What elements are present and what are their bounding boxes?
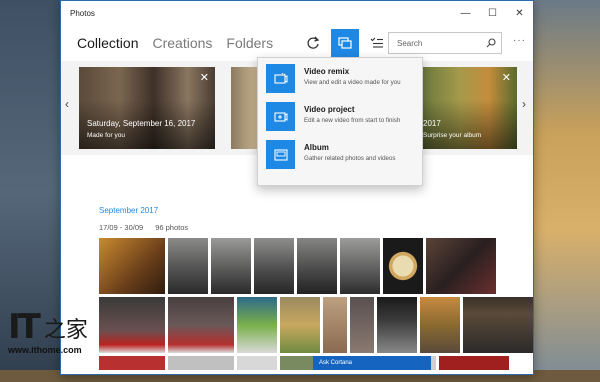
photo-row: [99, 238, 499, 294]
photos-window: Photos — ☐ ✕ Collection Creations Folder…: [60, 0, 534, 375]
close-icon[interactable]: ✕: [502, 71, 511, 84]
photo-thumbnail[interactable]: [99, 238, 165, 294]
minimize-button[interactable]: —: [452, 1, 479, 25]
photo-thumbnail[interactable]: [99, 356, 165, 370]
photo-thumbnail[interactable]: [254, 238, 294, 294]
menu-item-video-project[interactable]: Video project Edit a new video from star…: [258, 102, 422, 140]
more-options-icon[interactable]: ···: [513, 35, 526, 46]
date-range-text: 17/09 - 30/09: [99, 223, 144, 232]
close-button[interactable]: ✕: [506, 1, 533, 25]
photo-thumbnail[interactable]: [99, 297, 165, 353]
watermark-url: www.ithome.com: [8, 345, 82, 355]
watermark-logo: IT 之家: [8, 310, 88, 344]
hero-subtitle-left: Made for you: [87, 132, 125, 139]
photo-count: 96 photos: [155, 223, 189, 232]
tab-folders[interactable]: Folders: [226, 35, 273, 51]
app-bar: Collection Creations Folders Search ···: [61, 25, 533, 61]
video-project-icon: [266, 102, 295, 131]
photo-thumbnail[interactable]: [340, 238, 380, 294]
photo-row: [99, 356, 509, 370]
photo-thumbnail[interactable]: [211, 238, 251, 294]
photo-thumbnail[interactable]: [297, 238, 337, 294]
search-box[interactable]: Search: [388, 32, 502, 54]
chevron-right-icon[interactable]: ›: [522, 97, 526, 111]
photo-thumbnail[interactable]: [350, 297, 374, 353]
select-icon[interactable]: [363, 29, 391, 57]
hero-card-middle[interactable]: [231, 67, 257, 149]
search-icon[interactable]: [481, 38, 501, 48]
menu-item-album[interactable]: Album Gather related photos and videos: [258, 140, 422, 178]
menu-desc-video-project: Edit a new video from start to finish: [304, 117, 401, 124]
section-month-title[interactable]: September 2017: [99, 206, 158, 215]
search-input[interactable]: Search: [397, 39, 481, 48]
create-menu: Video remix View and edit a video made f…: [257, 57, 423, 186]
photo-thumbnail[interactable]: [323, 297, 347, 353]
menu-desc-album: Gather related photos and videos: [304, 155, 396, 162]
menu-title-video-project: Video project: [304, 105, 355, 114]
photo-grid: [99, 238, 533, 373]
hero-card-right[interactable]: ✕ 2017 Surprise your album: [423, 67, 517, 149]
refresh-icon[interactable]: [299, 29, 327, 57]
photo-row: [99, 297, 533, 353]
photo-thumbnail[interactable]: [420, 297, 460, 353]
photo-thumbnail[interactable]: [426, 238, 496, 294]
window-title: Photos: [70, 8, 95, 18]
ithome-watermark: IT 之家 www.ithome.com: [8, 310, 88, 355]
hero-title-left: Saturday, September 16, 2017: [87, 119, 196, 128]
hero-subtitle-right: Surprise your album: [423, 132, 482, 139]
photo-thumbnail[interactable]: [237, 297, 277, 353]
menu-desc-video-remix: View and edit a video made for you: [304, 79, 401, 86]
watermark-logo-it: IT: [8, 307, 41, 347]
photo-thumbnail[interactable]: [168, 238, 208, 294]
hero-title-right: 2017: [423, 119, 441, 128]
photo-thumbnail[interactable]: [383, 238, 423, 294]
menu-title-video-remix: Video remix: [304, 67, 350, 76]
photo-thumbnail[interactable]: [439, 356, 509, 370]
desktop-background-right: [525, 0, 600, 382]
photo-thumbnail[interactable]: [463, 297, 533, 353]
close-icon[interactable]: ✕: [200, 71, 209, 84]
hero-caption-right: 2017 Surprise your album: [423, 119, 481, 139]
menu-item-video-remix[interactable]: Video remix View and edit a video made f…: [258, 64, 422, 102]
window-controls: — ☐ ✕: [452, 1, 533, 25]
hero-card-left[interactable]: ✕ Saturday, September 16, 2017 Made for …: [79, 67, 215, 149]
menu-title-album: Album: [304, 143, 329, 152]
toolbar: [299, 29, 395, 57]
photo-thumbnail[interactable]: [237, 356, 277, 370]
tab-creations[interactable]: Creations: [152, 35, 212, 51]
album-icon: [266, 140, 295, 169]
video-remix-icon: [266, 64, 295, 93]
photo-thumbnail[interactable]: [280, 297, 320, 353]
photo-thumbnail[interactable]: [168, 297, 234, 353]
chevron-left-icon[interactable]: ‹: [65, 97, 69, 111]
date-range: 17/09 - 30/09 96 photos: [99, 223, 200, 232]
create-icon[interactable]: [331, 29, 359, 57]
cortana-bar[interactable]: Ask Cortana: [313, 356, 431, 370]
hero-caption-left: Saturday, September 16, 2017 Made for yo…: [87, 119, 195, 139]
titlebar: Photos — ☐ ✕: [61, 1, 533, 25]
maximize-button[interactable]: ☐: [479, 1, 506, 25]
watermark-logo-cn: 之家: [43, 318, 88, 343]
tab-collection[interactable]: Collection: [77, 35, 138, 51]
photo-thumbnail[interactable]: [168, 356, 234, 370]
photo-thumbnail[interactable]: [377, 297, 417, 353]
